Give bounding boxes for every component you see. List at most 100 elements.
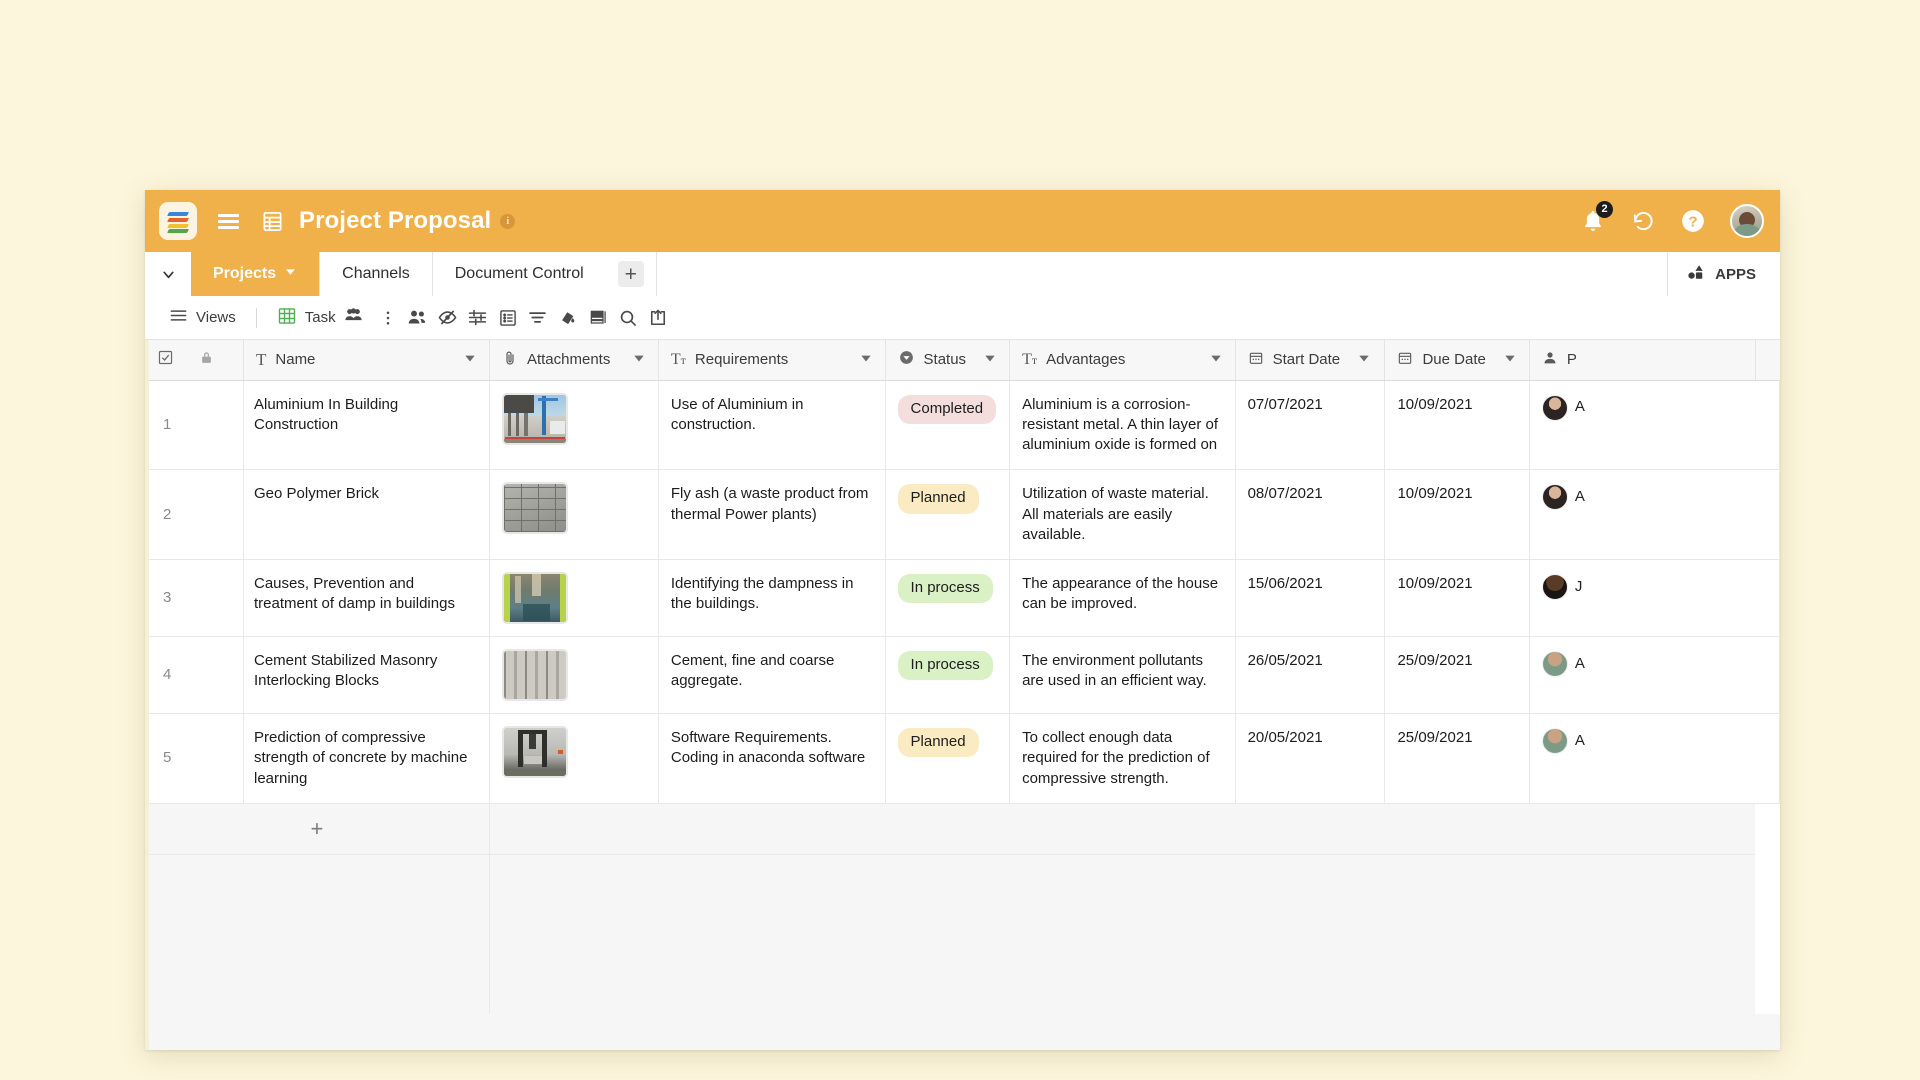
cell-start-date[interactable]: 20/05/2021	[1235, 714, 1385, 804]
column-header-due-date[interactable]: Due Date	[1385, 340, 1529, 380]
color-fill-icon[interactable]	[553, 302, 583, 334]
column-header-attachments[interactable]: Attachments	[489, 340, 658, 380]
cell-person[interactable]: J	[1529, 560, 1779, 637]
plus-icon: +	[618, 261, 644, 287]
chevron-down-icon[interactable]	[1357, 351, 1371, 369]
cell-status[interactable]: Completed	[885, 380, 1010, 470]
user-avatar[interactable]	[1730, 204, 1764, 238]
more-options-icon[interactable]	[373, 302, 403, 334]
cell-attachments[interactable]	[489, 560, 658, 637]
column-header-advantages[interactable]: Tт Advantages	[1010, 340, 1236, 380]
apps-button[interactable]: APPS	[1667, 252, 1780, 296]
help-icon[interactable]: ?	[1680, 208, 1706, 234]
construction-site-photo[interactable]	[502, 393, 568, 445]
notifications-button[interactable]: 2	[1580, 208, 1606, 234]
cell-name[interactable]: Cement Stabilized Masonry Interlocking B…	[244, 637, 490, 714]
grey-brick-wall-photo[interactable]	[502, 482, 568, 534]
cell-start-date[interactable]: 07/07/2021	[1235, 380, 1385, 470]
cell-start-date[interactable]: 08/07/2021	[1235, 470, 1385, 560]
table-row[interactable]: 5 Prediction of compressive strength of …	[145, 714, 1780, 804]
cell-status[interactable]: In process	[885, 637, 1010, 714]
tab-document-control[interactable]: Document Control	[432, 252, 606, 296]
hide-fields-icon[interactable]	[433, 302, 463, 334]
views-button[interactable]: Views	[159, 302, 246, 334]
cell-attachments[interactable]	[489, 470, 658, 560]
cell-advantages[interactable]: Aluminium is a corrosion-resistant metal…	[1010, 380, 1236, 470]
cell-start-date[interactable]: 26/05/2021	[1235, 637, 1385, 714]
cell-name[interactable]: Geo Polymer Brick	[244, 470, 490, 560]
cell-person[interactable]: A	[1529, 380, 1779, 470]
cell-advantages[interactable]: To collect enough data required for the …	[1010, 714, 1236, 804]
chevron-down-icon[interactable]	[1209, 351, 1223, 369]
table-icon[interactable]	[259, 208, 285, 234]
tab-projects[interactable]: Projects	[191, 252, 319, 296]
cell-attachments[interactable]	[489, 637, 658, 714]
damp-wall-photo[interactable]	[502, 572, 568, 624]
add-tab-button[interactable]: +	[606, 252, 656, 296]
view-task-button[interactable]: Task	[267, 302, 373, 334]
cell-due-date[interactable]: 10/09/2021	[1385, 380, 1529, 470]
cell-due-date[interactable]: 25/09/2021	[1385, 637, 1529, 714]
cell-requirements[interactable]: Use of Aluminium in construction.	[658, 380, 885, 470]
table-row[interactable]: 4 Cement Stabilized Masonry Interlocking…	[145, 637, 1780, 714]
data-grid[interactable]: T Name	[145, 340, 1780, 1050]
cell-advantages[interactable]: The appearance of the house can be impro…	[1010, 560, 1236, 637]
column-header-person[interactable]: P	[1529, 340, 1755, 380]
cell-status[interactable]: Planned	[885, 470, 1010, 560]
checkbox-icon[interactable]	[157, 349, 174, 370]
interlocking-blocks-photo[interactable]	[502, 649, 568, 701]
table-row[interactable]: 3 Causes, Prevention and treatment of da…	[145, 560, 1780, 637]
cell-due-date[interactable]: 10/09/2021	[1385, 560, 1529, 637]
tab-channels[interactable]: Channels	[319, 252, 432, 296]
cell-attachments[interactable]	[489, 380, 658, 470]
table-row[interactable]: 2 Geo Polymer Brick Fly ash (a waste pro…	[145, 470, 1780, 560]
cell-advantages[interactable]: The environment pollutants are used in a…	[1010, 637, 1236, 714]
info-icon[interactable]: i	[500, 214, 515, 229]
zoho-tables-logo[interactable]	[159, 202, 197, 240]
cell-advantages[interactable]: Utilization of waste material. All mater…	[1010, 470, 1236, 560]
cell-person[interactable]: A	[1529, 637, 1779, 714]
chevron-down-icon[interactable]	[859, 351, 873, 369]
cell-status[interactable]: In process	[885, 560, 1010, 637]
chevron-down-icon[interactable]	[1503, 351, 1517, 369]
cell-name[interactable]: Aluminium In Building Construction	[244, 380, 490, 470]
table-row[interactable]: 1 Aluminium In Building Construction	[145, 380, 1780, 470]
chevron-down-icon[interactable]	[145, 252, 191, 296]
cell-due-date[interactable]: 25/09/2021	[1385, 714, 1529, 804]
cell-person[interactable]: A	[1529, 714, 1779, 804]
share-export-icon[interactable]	[643, 302, 673, 334]
cell-person[interactable]: A	[1529, 470, 1779, 560]
row-height-icon[interactable]	[583, 302, 613, 334]
cell-due-date[interactable]: 10/09/2021	[1385, 470, 1529, 560]
filter-icon[interactable]	[523, 302, 553, 334]
cell-start-date[interactable]: 15/06/2021	[1235, 560, 1385, 637]
cell-requirements[interactable]: Software Requirements. Coding in anacond…	[658, 714, 885, 804]
cell-requirements[interactable]: Fly ash (a waste product from thermal Po…	[658, 470, 885, 560]
sort-settings-icon[interactable]	[463, 302, 493, 334]
add-row[interactable]: +	[145, 803, 1780, 854]
tab-projects-label: Projects	[213, 265, 276, 283]
chevron-down-icon[interactable]	[284, 265, 297, 283]
collaborators-icon[interactable]	[403, 302, 433, 334]
search-icon[interactable]	[613, 302, 643, 334]
add-row-button[interactable]: +	[145, 803, 489, 854]
testing-machine-photo[interactable]	[502, 726, 568, 778]
select-all-header[interactable]	[145, 340, 244, 380]
cell-attachments[interactable]	[489, 714, 658, 804]
column-header-status[interactable]: Status	[885, 340, 1010, 380]
chevron-down-icon[interactable]	[983, 351, 997, 369]
cell-status[interactable]: Planned	[885, 714, 1010, 804]
cell-name[interactable]: Prediction of compressive strength of co…	[244, 714, 490, 804]
hamburger-icon[interactable]	[215, 208, 241, 234]
column-header-name[interactable]: T Name	[244, 340, 490, 380]
chevron-down-icon[interactable]	[632, 351, 646, 369]
column-header-start-date[interactable]: Start Date	[1235, 340, 1385, 380]
chevron-down-icon[interactable]	[463, 351, 477, 369]
column-header-requirements[interactable]: Tт Requirements	[658, 340, 885, 380]
row-list-icon[interactable]	[493, 302, 523, 334]
members-icon[interactable]	[344, 307, 363, 328]
cell-name[interactable]: Causes, Prevention and treatment of damp…	[244, 560, 490, 637]
cell-requirements[interactable]: Identifying the dampness in the building…	[658, 560, 885, 637]
cell-requirements[interactable]: Cement, fine and coarse aggregate.	[658, 637, 885, 714]
history-icon[interactable]	[1630, 208, 1656, 234]
